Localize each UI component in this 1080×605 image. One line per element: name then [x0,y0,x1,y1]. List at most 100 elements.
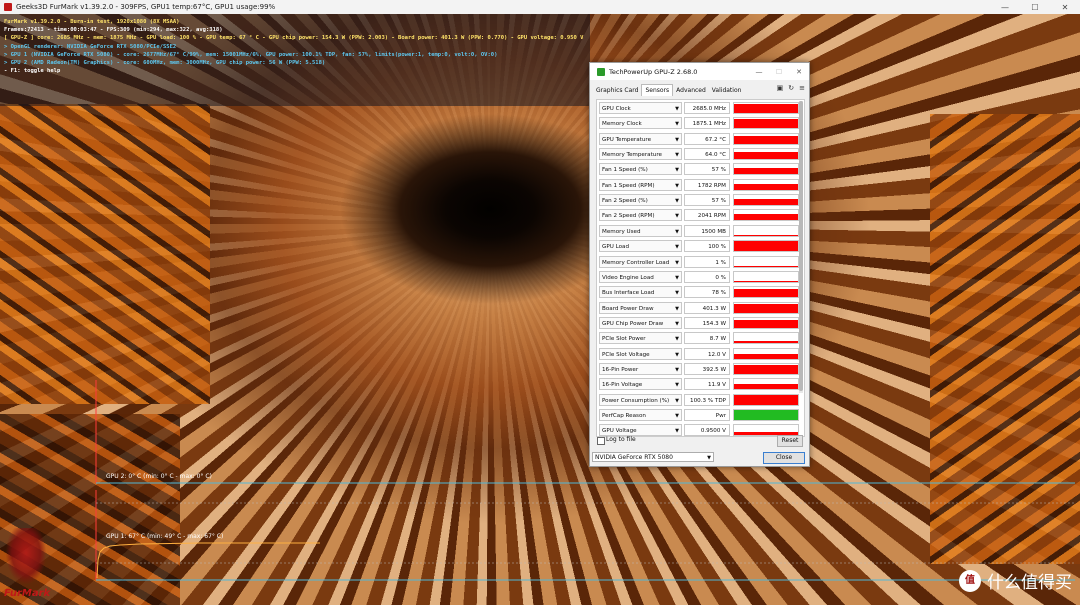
chevron-down-icon: ▼ [675,397,679,404]
chevron-down-icon: ▼ [675,152,679,159]
watermark-badge: 值 [959,569,981,592]
log-to-file-checkbox[interactable] [597,437,605,445]
sensor-name: Memory Used [602,228,641,235]
gpu-device-select[interactable]: NVIDIA GeForce RTX 5080 ▼ [592,452,714,462]
sensor-name-dropdown[interactable]: Power Consumption (%) ▼ [599,393,682,406]
close-button[interactable]: ✕ [1050,3,1080,12]
sensor-row: PCIe Slot Power ▼ 8.7 W [598,332,802,345]
sensor-graph [733,347,799,360]
sensor-graph [733,163,799,176]
gpu-device-select-value: NVIDIA GeForce RTX 5080 [595,454,673,461]
sensor-row: Fan 1 Speed (RPM) ▼ 1782 RPM [598,178,802,192]
minimize-button[interactable]: — [990,3,1020,12]
camera-icon[interactable]: ▣ [777,84,784,92]
sensor-graph-fill [734,119,798,129]
sensor-name-dropdown[interactable]: PCIe Slot Voltage ▼ [599,347,682,360]
sensor-graph-fill [734,394,798,405]
sensor-graph [733,362,799,375]
sensor-value: Pwr [684,409,730,421]
tab-advanced[interactable]: Advanced [673,85,709,96]
sensor-name-dropdown[interactable]: PCIe Slot Power ▼ [599,332,682,345]
sensor-name-dropdown[interactable]: GPU Temperature ▼ [599,132,682,145]
sensor-value: 1 % [684,255,730,268]
tab-graphics-card[interactable]: Graphics Card [593,85,641,96]
sensor-name-dropdown[interactable]: GPU Load ▼ [599,240,682,253]
sensor-graph-fill [734,353,798,359]
sensor-name: Fan 1 Speed (%) [602,167,648,174]
sensor-row: GPU Temperature ▼ 67.2 °C [598,132,802,146]
gpuz-close-button[interactable]: ✕ [789,68,809,76]
sensor-name: PerfCap Reason [602,413,646,419]
sensor-graph [733,132,799,145]
sensor-row: Bus Interface Load ▼ 78 % [598,286,802,299]
sensor-graph [733,316,799,329]
chevron-down-icon: ▼ [675,259,679,266]
sensor-name-dropdown[interactable]: 16-Pin Power ▼ [599,362,682,375]
sensor-graph-fill [734,135,798,144]
gpuz-maximize-button[interactable]: ☐ [769,68,789,76]
sensor-name-dropdown[interactable]: Memory Clock ▼ [599,117,682,130]
gpuz-minimize-button[interactable]: — [749,68,769,76]
chevron-down-icon: ▼ [675,413,679,419]
sensor-value: 78 % [684,286,730,299]
sensor-name: GPU Chip Power Draw [602,320,664,327]
sensor-graph-fill [734,384,798,390]
furmark-logo: FurMark [4,588,51,599]
sensor-name: GPU Load [602,244,629,251]
sensor-name-dropdown[interactable]: Video Engine Load ▼ [599,270,682,283]
sensor-graph-fill [734,199,798,206]
sensor-name-dropdown[interactable]: GPU Clock ▼ [599,102,682,114]
sensor-row: Memory Controller Load ▼ 1 % [598,255,802,269]
sensor-row: Memory Clock ▼ 1875.1 MHz [598,117,802,130]
sensor-value: 0 % [684,270,730,283]
refresh-icon[interactable]: ↻ [788,84,794,92]
sensor-name-dropdown[interactable]: Fan 1 Speed (%) ▼ [599,163,682,176]
sensor-name-dropdown[interactable]: PerfCap Reason ▼ [599,409,682,421]
sensor-row: Video Engine Load ▼ 0 % [598,270,802,284]
sensor-name-dropdown[interactable]: Memory Controller Load ▼ [599,255,682,268]
menu-icon[interactable]: ≡ [799,84,805,92]
sensor-graph [733,409,799,421]
tab-sensors[interactable]: Sensors [641,84,674,96]
chevron-down-icon: ▼ [675,320,679,327]
sensor-graph-fill [734,303,798,313]
sensor-name: Fan 2 Speed (RPM) [602,213,655,220]
chevron-down-icon: ▼ [675,106,679,112]
gpuz-log-row: Log to file Reset [596,435,803,447]
window-title-bar: Geeks3D FurMark v1.39.2.0 - 309FPS, GPU1… [0,0,1080,14]
sensor-row: Fan 2 Speed (RPM) ▼ 2041 RPM [598,209,802,222]
sensor-name-dropdown[interactable]: 16-Pin Voltage ▼ [599,378,682,391]
smzdm-watermark: 值 什么值得买 [959,568,1072,593]
sensor-value: 67.2 °C [684,132,730,145]
sensor-graph [733,393,799,406]
sensor-name-dropdown[interactable]: Fan 2 Speed (RPM) ▼ [599,209,682,222]
sensor-name-dropdown[interactable]: GPU Chip Power Draw ▼ [599,316,682,329]
sensor-graph [733,148,799,161]
sensor-value: 401.3 W [684,301,730,314]
sensor-name: PCIe Slot Voltage [602,351,650,358]
sensor-graph [733,378,799,391]
close-window-button[interactable]: Close [763,452,805,464]
sensor-graph-fill [734,289,798,298]
sensor-graph-fill [734,183,798,190]
sensor-name: 16-Pin Voltage [602,382,643,389]
sensor-graph-fill [734,265,798,267]
sensor-name-dropdown[interactable]: Board Power Draw ▼ [599,301,682,314]
sensor-name-dropdown[interactable]: Memory Used ▼ [599,224,682,237]
sensor-value: 1782 RPM [684,178,730,191]
sensor-graph-fill [734,241,798,252]
gpu1-graph-label: GPU 1: 67° C (min: 49° C - max: 67° C) [106,533,224,540]
sensor-name: Fan 1 Speed (RPM) [602,182,655,189]
maximize-button[interactable]: ☐ [1020,3,1050,12]
watermark-text: 什么值得买 [987,573,1072,593]
sensor-name-dropdown[interactable]: Fan 1 Speed (RPM) ▼ [599,178,682,191]
sensor-name-dropdown[interactable]: Fan 2 Speed (%) ▼ [599,194,682,207]
tab-validation[interactable]: Validation [709,85,745,96]
chevron-down-icon: ▼ [675,290,679,297]
sensor-graph [733,117,799,130]
sensor-name-dropdown[interactable]: Memory Temperature ▼ [599,148,682,161]
sensor-row: PerfCap Reason ▼ Pwr [598,409,802,422]
reset-button[interactable]: Reset [777,435,803,447]
sensor-value: 392.5 W [684,362,730,375]
sensor-name-dropdown[interactable]: Bus Interface Load ▼ [599,286,682,299]
